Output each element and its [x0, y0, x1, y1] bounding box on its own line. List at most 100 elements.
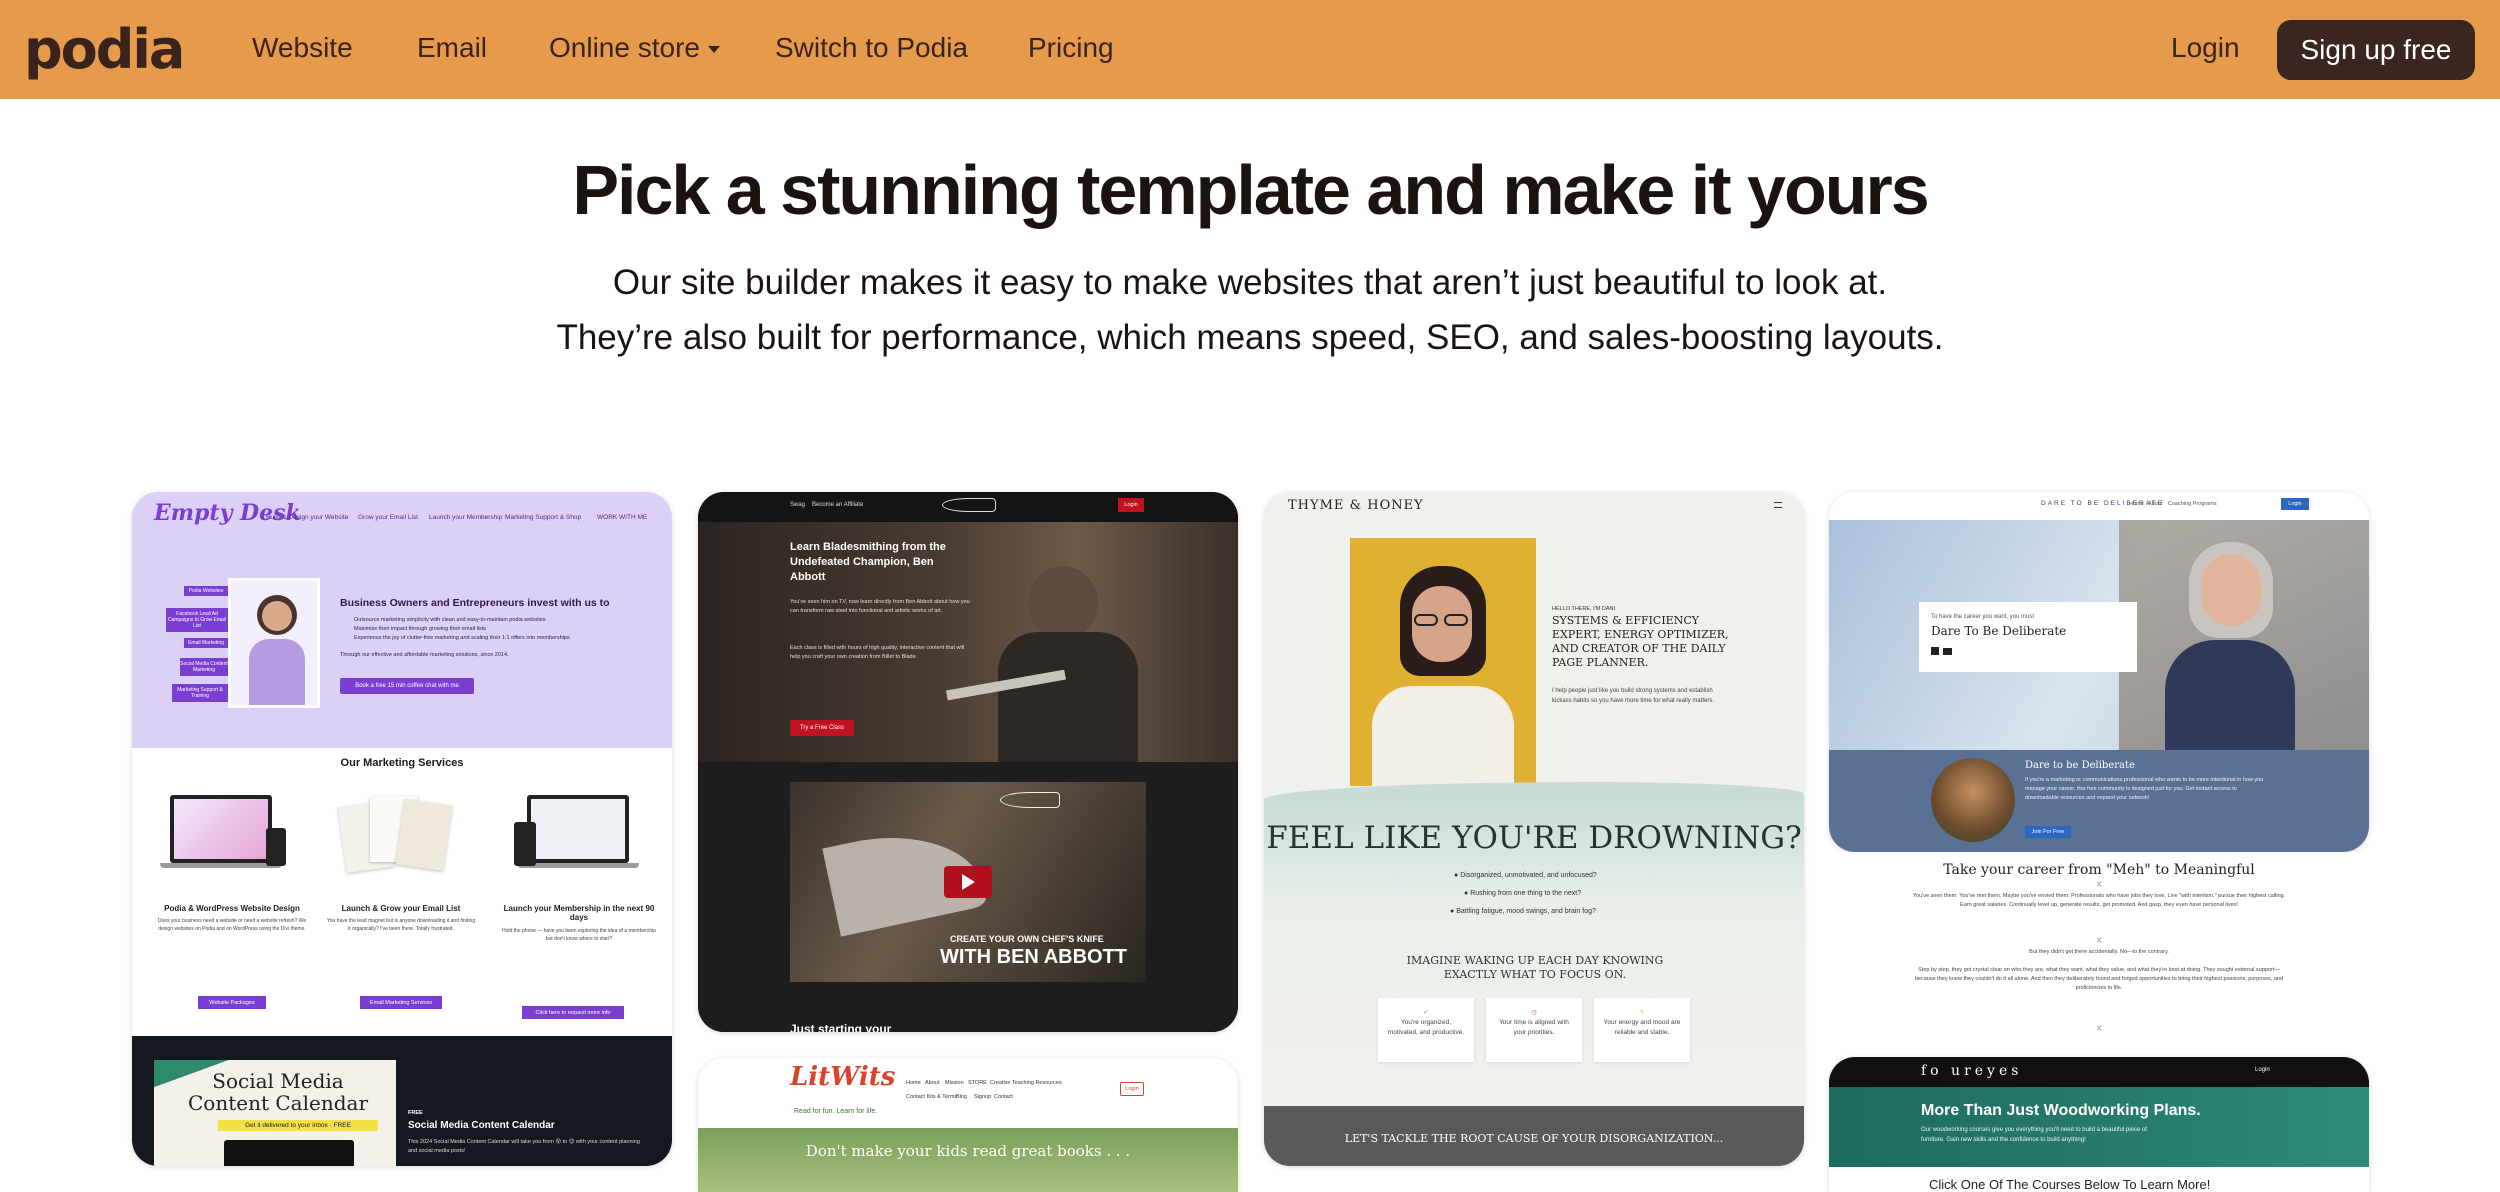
blade-nav-affiliate[interactable]: Become an Affiliate	[812, 502, 863, 508]
dare-section-body: You've seen them. You've met them. Maybe…	[1912, 893, 2286, 908]
empty-desk-note: Through our effective and affordable mar…	[340, 652, 509, 658]
thyme-headline: SYSTEMS & EFFICIENCY EXPERT, ENERGY OPTI…	[1552, 614, 1729, 669]
portrait-face	[262, 601, 292, 631]
dare-round-photo	[1931, 758, 2015, 842]
service-3-body: Hold the phone — have you been exploring…	[502, 928, 656, 942]
promo-body: This 2024 Social Media Content Calendar …	[408, 1139, 640, 1154]
thyme-logo: THYME & HONEY	[1288, 498, 1424, 513]
service-1-body: Does your business need a website or nee…	[157, 918, 307, 932]
podia-logo[interactable]: podia	[24, 18, 185, 81]
blade-nav-swag[interactable]: Swag	[790, 502, 805, 508]
divider-icon-2: ✕	[2095, 936, 2103, 945]
top-nav: podia Website Email Online store Switch …	[0, 0, 2500, 99]
litwits-nav-3[interactable]: Mission	[945, 1080, 964, 1086]
doc-mock-3	[395, 798, 453, 872]
play-icon[interactable]	[944, 866, 992, 898]
bolt-icon: ϟ	[1640, 1009, 1644, 1016]
thyme-benefit-2-text: Your time is aligned with your prioritie…	[1499, 1019, 1569, 1036]
litwits-nav-2[interactable]: About	[925, 1080, 939, 1086]
empty-desk-nav-3[interactable]: Launch your Membership	[429, 514, 502, 521]
thyme-benefit-2: ◷ Your time is aligned with your prioriti…	[1486, 998, 1582, 1062]
litwits-logo: LitWits	[790, 1062, 896, 1092]
nav-email[interactable]: Email	[417, 32, 487, 64]
empty-desk-nav-2[interactable]: Grow your Email List	[358, 514, 418, 521]
hero-subtitle-line-2: They’re also built for performance, whic…	[556, 318, 1944, 357]
litwits-nav-5[interactable]: Creative Teaching Resources	[990, 1080, 1062, 1086]
empty-desk-nav-4[interactable]: Marketing Support & Shop	[505, 514, 581, 521]
linkedin-icon[interactable]	[1931, 647, 1939, 655]
play-triangle-icon	[961, 874, 975, 890]
dare-section-body-2: But they didn't get there accidentally. …	[2029, 949, 2169, 955]
thyme-list-1-text: Disorganized, unmotivated, and unfocused…	[1460, 872, 1597, 879]
service-1-button[interactable]: Website Packages	[198, 996, 266, 1009]
nav-online-store[interactable]: Online store	[549, 32, 720, 64]
video-line-2: WITH BEN ABBOTT	[940, 946, 1128, 968]
thyme-imagine: IMAGINE WAKING UP EACH DAY KNOWING EXACT…	[1406, 954, 1664, 981]
photo-shirt	[1372, 686, 1514, 786]
template-card-bladesmithing[interactable]: Swag Become an Affiliate Login Learn Bla…	[698, 492, 1238, 1032]
litwits-tagline: Read for fun. Learn for life.	[794, 1108, 878, 1115]
blade-body-2: Each class is filled with hours of high …	[790, 645, 965, 660]
litwits-nav-1[interactable]: Home	[906, 1080, 921, 1086]
thyme-list-1: ● Disorganized, unmotivated, and unfocus…	[1454, 872, 1597, 879]
signup-button[interactable]: Sign up free	[2277, 20, 2475, 80]
template-card-dare[interactable]: DARE TO BE DELIBERATE Home About Coachin…	[1829, 492, 2369, 852]
template-card-thyme-honey[interactable]: THYME & HONEY HELLO THERE, I'M DANI SYST…	[1264, 492, 1804, 1166]
laptop-base	[160, 863, 282, 868]
dare-box-kicker: To have the career you want, you must	[1931, 614, 2035, 620]
divider-icon: ✕	[2095, 880, 2103, 889]
litwits-login[interactable]: Login	[1120, 1082, 1144, 1096]
litwits-nav-9[interactable]: Contact	[994, 1094, 1013, 1100]
blade-cta[interactable]: Try a Free Class	[790, 720, 854, 736]
foureyes-body: Our woodworking courses give you everyth…	[1921, 1127, 2147, 1143]
dare-nav-coaching[interactable]: Coaching Programs	[2168, 501, 2217, 507]
check-icon: ✓	[1423, 1009, 1429, 1016]
login-link[interactable]: Login	[2171, 32, 2240, 64]
thyme-footer: LET'S TACKLE THE ROOT CAUSE OF YOUR DISO…	[1344, 1132, 1724, 1145]
dare-lower: Take your career from "Meh" to Meaningfu…	[1829, 852, 2369, 1052]
nav-pricing[interactable]: Pricing	[1028, 32, 1114, 64]
dare-nav-about[interactable]: About	[2148, 501, 2162, 507]
litwits-nav-7[interactable]: Blog	[956, 1094, 967, 1100]
promo-image: Social Media Content Calendar Get it del…	[154, 1060, 396, 1166]
clock-icon: ◷	[1531, 1009, 1537, 1016]
empty-desk-tag-2: Facebook Lead Ad Campaigns to Grow Email…	[166, 608, 228, 632]
empty-desk-nav-1[interactable]: Build & Design your Website	[266, 514, 348, 521]
thyme-photo	[1350, 538, 1536, 786]
service-3-title: Launch your Membership in the next 90 da…	[503, 904, 655, 922]
empty-desk-cta[interactable]: Book a free 15 min coffee chat with me	[340, 678, 474, 694]
dare-band-button[interactable]: Join For Free	[2025, 826, 2071, 838]
empty-desk-tag-1: Podia Websites	[184, 586, 228, 596]
service-2-button[interactable]: Email Marketing Services	[360, 996, 442, 1009]
menu-icon[interactable]	[1774, 502, 1782, 508]
dare-nav-home[interactable]: Home	[2129, 501, 2144, 507]
template-card-litwits[interactable]: LitWits Read for fun. Learn for life. Ho…	[698, 1058, 1238, 1192]
thyme-list-2: ● Rushing from one thing to the next?	[1464, 890, 1582, 897]
phone-mock	[266, 828, 286, 866]
litwits-nav-8[interactable]: Signup	[974, 1094, 991, 1100]
service-3-button[interactable]: Click here to request more info	[522, 1006, 624, 1019]
divider-icon-3: ✕	[2095, 1024, 2103, 1033]
blade-login[interactable]: Login	[1118, 498, 1144, 512]
empty-desk-services-title: Our Marketing Services	[340, 757, 464, 769]
blade-footer: Just starting your	[790, 1022, 892, 1032]
empty-desk-nav-5[interactable]: WORK WITH ME	[597, 514, 647, 521]
service-image-laptop-2	[527, 795, 629, 863]
template-card-empty-desk[interactable]: Empty Desk Build & Design your Website G…	[132, 492, 672, 1166]
mail-icon[interactable]	[1943, 648, 1952, 655]
empty-desk-headline: Business Owners and Entrepreneurs invest…	[340, 597, 610, 609]
promo-image-title: Social Media Content Calendar	[188, 1069, 368, 1115]
thyme-benefit-3: ϟ Your energy and mood are reliable and s…	[1594, 998, 1690, 1062]
foureyes-login[interactable]: Login	[2255, 1067, 2270, 1073]
thyme-list-3: ● Battling fatigue, mood swings, and bra…	[1450, 908, 1596, 915]
empty-desk-portrait	[228, 578, 320, 708]
nav-switch-to-podia[interactable]: Switch to Podia	[775, 32, 968, 64]
dare-box-title: Dare To Be Deliberate	[1931, 624, 2067, 638]
dare-login[interactable]: Login	[2281, 498, 2309, 510]
video-knife-logo-icon	[1000, 792, 1060, 808]
blade-video[interactable]: CREATE YOUR OWN CHEF'S KNIFE WITH BEN AB…	[790, 782, 1146, 982]
nav-website[interactable]: Website	[252, 32, 353, 64]
litwits-nav-6[interactable]: Contact Kits & Terms	[906, 1094, 957, 1100]
template-card-foureyes[interactable]: fo ureyes Login More Than Just Woodworki…	[1829, 1057, 2369, 1192]
litwits-nav-4[interactable]: STORE	[968, 1080, 987, 1086]
